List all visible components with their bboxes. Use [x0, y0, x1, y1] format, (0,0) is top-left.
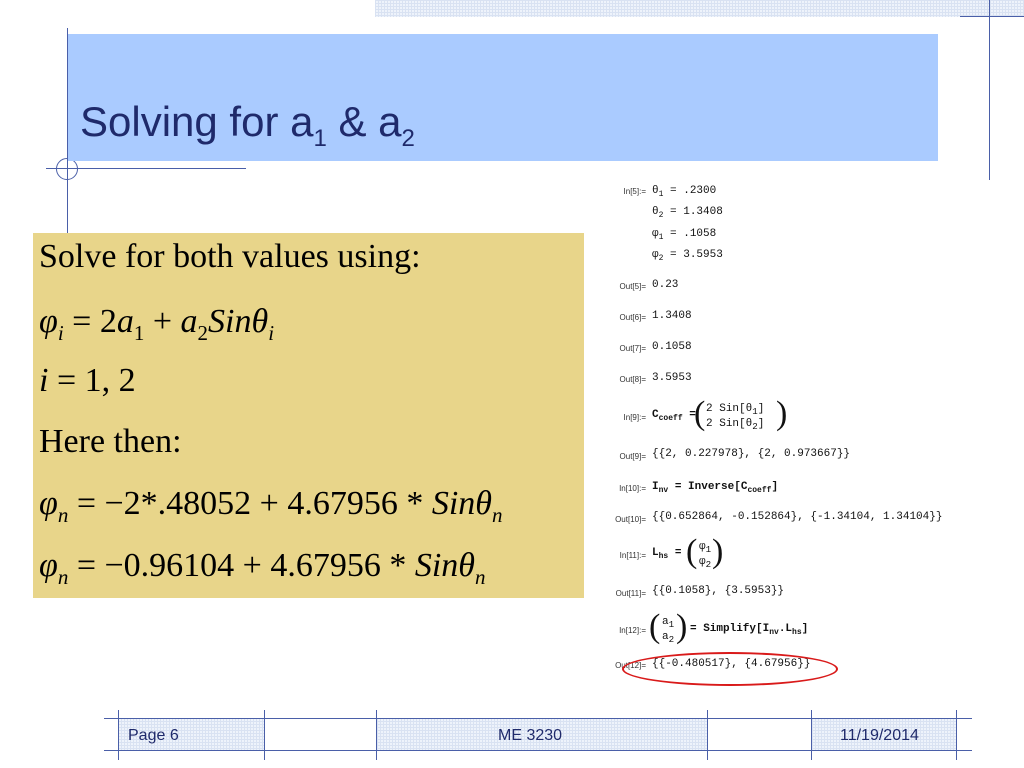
vector11-right-paren: ) — [712, 533, 724, 570]
header-grid-band — [375, 0, 1024, 17]
in11-lhs: Lhs = — [652, 547, 682, 562]
in12-expression: = Simplify[Inv.Lhs] — [690, 623, 809, 638]
equation-phi-n-1: φn = −2*.48052 + 4.67956 * Sinθn — [39, 485, 503, 527]
unknowns-vector: a1 a2 — [662, 616, 675, 646]
equation-box — [33, 233, 584, 598]
notebook-screenshot — [588, 180, 994, 680]
equation-phi-n-2: φn = −0.96104 + 4.67956 * Sinθn — [39, 547, 486, 589]
in10-expression: Inv = Inverse[Ccoeff] — [652, 481, 779, 496]
out7-value: 0.1058 — [652, 341, 692, 353]
top-right-rule — [960, 16, 1024, 17]
result-highlight-ellipse — [622, 652, 838, 686]
out10-value: {{0.652864, -0.152864}, {-1.34104, 1.341… — [652, 511, 943, 523]
in9-label: In[9]:= — [623, 413, 646, 422]
out5-value: 0.23 — [652, 279, 679, 291]
coeff-matrix: 2 Sin[θ1] 2 Sin[θ2] — [706, 403, 765, 433]
theta1-assignment: θ1 = .2300 — [652, 185, 717, 200]
equation-here-then: Here then: — [39, 423, 182, 460]
footer-date: 11/19/2014 — [840, 727, 919, 744]
page-title: Solving for a1 & a2 — [80, 98, 415, 152]
right-edge-rule — [989, 0, 990, 180]
out6-value: 1.3408 — [652, 310, 692, 322]
out8-label: Out[8]= — [619, 375, 646, 384]
out11-label: Out[11]= — [615, 589, 646, 598]
in10-label: In[10]:= — [619, 484, 646, 493]
vector11-left-paren: ( — [686, 533, 698, 570]
vector12-left-paren: ( — [649, 608, 661, 645]
phi2-assignment: φ2 = 3.5953 — [652, 249, 723, 264]
footer-course: ME 3230 — [498, 727, 563, 744]
rhs-vector: φ1 φ2 — [699, 541, 712, 571]
out10-label: Out[10]= — [615, 515, 646, 524]
equation-index: i = 1, 2 — [39, 362, 136, 399]
theta2-assignment: θ2 = 1.3408 — [652, 206, 723, 221]
in12-label: In[12]:= — [619, 626, 646, 635]
vector12-right-paren: ) — [676, 608, 688, 645]
equation-intro: Solve for both values using: — [39, 238, 421, 275]
out7-label: Out[7]= — [619, 344, 646, 353]
in11-label: In[11]:= — [619, 551, 646, 560]
phi1-assignment: φ1 = .1058 — [652, 228, 717, 243]
out8-value: 3.5953 — [652, 372, 692, 384]
in5-label: In[5]:= — [623, 187, 646, 196]
footer-bottom-rule — [104, 750, 972, 751]
matrix-right-paren: ) — [776, 395, 788, 432]
matrix-left-paren: ( — [694, 395, 706, 432]
out9-value: {{2, 0.227978}, {2, 0.973667}} — [652, 448, 851, 460]
footer-top-rule — [104, 718, 972, 719]
out5-label: Out[5]= — [619, 282, 646, 291]
footer-page-number: Page 6 — [128, 727, 179, 744]
title-circle-marker — [56, 158, 78, 180]
equation-phi-i: φi = 2a1 + a2Sinθi — [39, 303, 275, 345]
in9-lhs: Ccoeff = — [652, 409, 696, 424]
out9-label: Out[9]= — [619, 452, 646, 461]
out11-value: {{0.1058}, {3.5953}} — [652, 585, 785, 597]
out6-label: Out[6]= — [619, 313, 646, 322]
